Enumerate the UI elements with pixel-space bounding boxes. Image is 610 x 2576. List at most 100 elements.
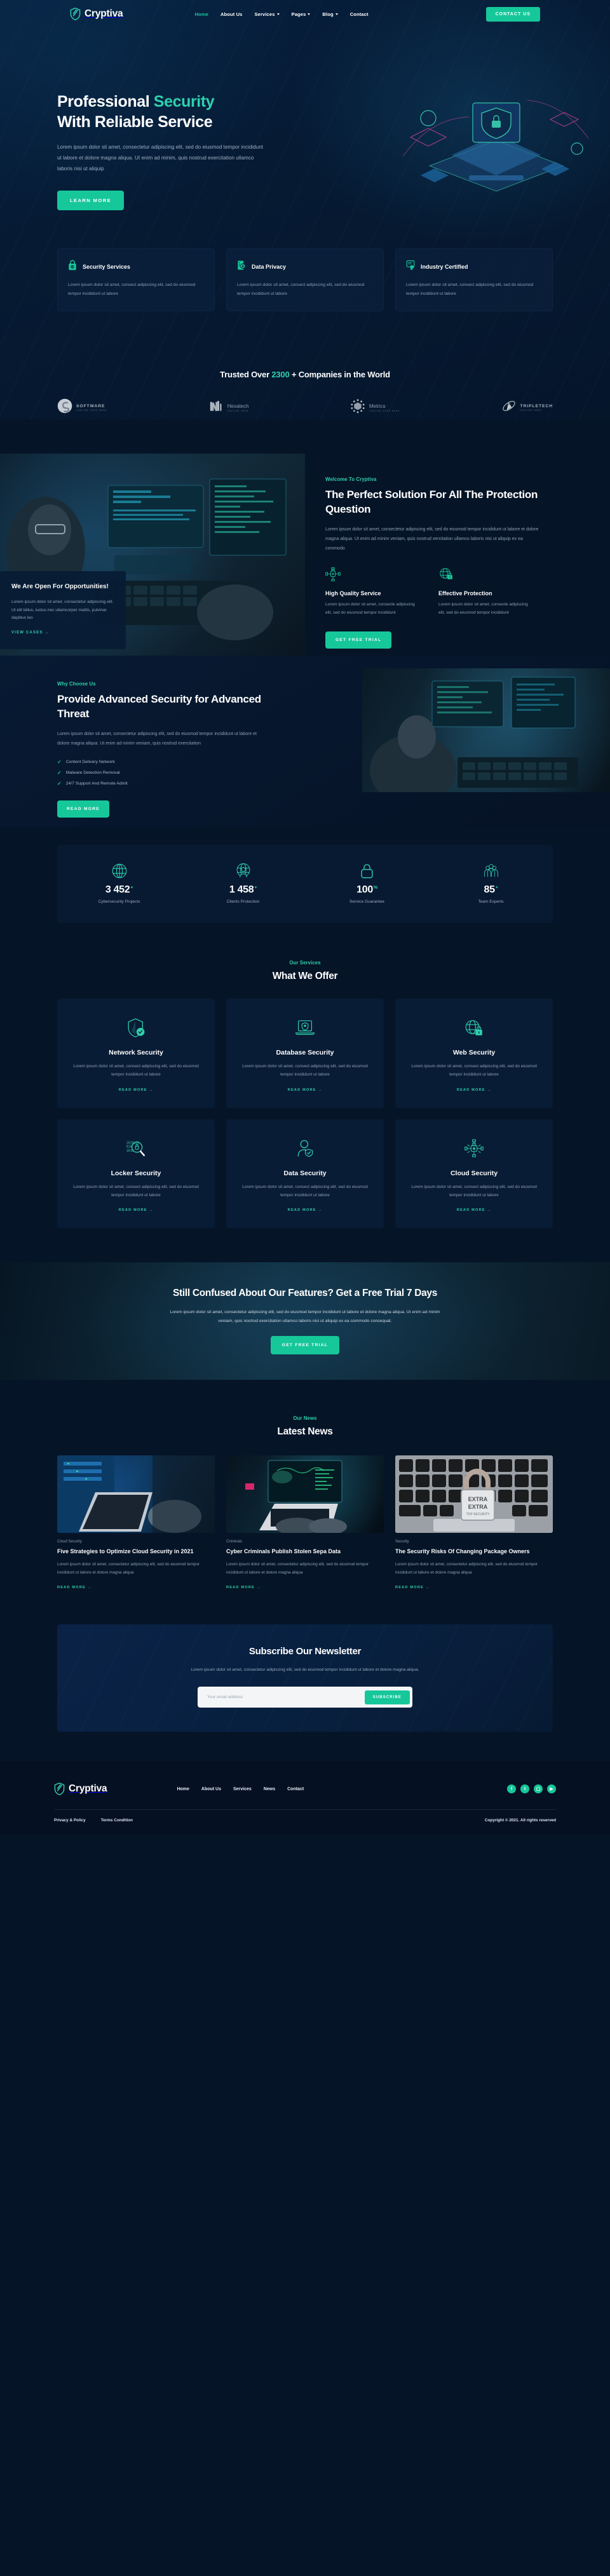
page-root: Cryptiva Home About Us Services Pages Bl… — [0, 0, 610, 1835]
privacy-policy-link[interactable]: Privacy & Policy — [54, 1818, 86, 1823]
hexatech-logo — [208, 398, 224, 417]
subscribe-button[interactable]: SUBSCRIBE — [364, 1690, 410, 1704]
nav-item-home[interactable]: Home — [194, 11, 208, 17]
service-text: Lorem ipsum dolor sit amet, consect adip… — [411, 1184, 537, 1197]
learn-more-button[interactable]: LEARN MORE — [57, 191, 125, 211]
service-read-more-link[interactable]: READ MORE → — [288, 1088, 323, 1092]
contact-us-button[interactable]: CONTACT US — [485, 6, 540, 22]
footer-nav-contact[interactable]: Contact — [287, 1787, 304, 1791]
newsletter-form: SUBSCRIBE — [198, 1687, 412, 1708]
binary-search-lock-icon: 1010101 010 1010 — [69, 1136, 203, 1161]
check-icon: ✓ — [57, 759, 62, 765]
view-cases-link[interactable]: VIEW CASES → — [11, 631, 50, 635]
nav-item-about-us[interactable]: About Us — [220, 11, 243, 17]
service-read-more-link[interactable]: READ MORE → — [119, 1208, 154, 1212]
service-card[interactable]: Database Security Lorem ipsum dolor sit … — [226, 999, 384, 1108]
nav-item-contact[interactable]: Contact — [350, 11, 369, 17]
copyright-text: Copyright © 2021. All rights reserved — [484, 1818, 556, 1823]
service-card[interactable]: Network Security Lorem ipsum dolor sit a… — [57, 999, 215, 1108]
opportunity-card: We Are Open For Opportunities! Lorem ips… — [0, 571, 126, 650]
service-read-more-link[interactable]: READ MORE → — [119, 1088, 154, 1092]
service-card[interactable]: 1010101 010 1010 Locker Security Lorem ips… — [57, 1119, 215, 1228]
brand-name: Cryptiva — [85, 8, 123, 19]
page-title: Professional Security With Reliable Serv… — [57, 91, 286, 132]
s-swirl-logo — [57, 398, 72, 417]
news-read-more-link[interactable]: READ MORE → — [226, 1586, 261, 1589]
email-input[interactable] — [200, 1695, 365, 1700]
tripletech-logo — [501, 398, 517, 417]
cta-get-free-trial-button[interactable]: GET FREE TRIAL — [270, 1336, 340, 1355]
nav-item-blog[interactable]: Blog — [322, 11, 338, 17]
site-footer: Cryptiva Home About Us Services News Con… — [0, 1761, 610, 1835]
footer-nav-home[interactable]: Home — [177, 1787, 189, 1791]
stats-panel: 3 452+ Cybersecurity Projects 1 458+ Cli… — [57, 845, 553, 924]
laptop-shield-icon — [238, 1015, 372, 1041]
footer-brand-logo[interactable]: Cryptiva — [54, 1783, 107, 1796]
feature-cards: Security Services Lorem ipsum dolor sit … — [57, 248, 553, 312]
checklist-item: ✓ Malware Detection Removal — [57, 769, 120, 776]
stat-item: 100% Service Guarantee — [305, 861, 429, 904]
stat-value: 85+ — [484, 884, 498, 896]
file-lock-icon — [237, 260, 246, 274]
service-title: Locker Security — [111, 1169, 161, 1177]
why-eyebrow: Why Choose Us — [57, 681, 96, 687]
svg-text:EXTRA: EXTRA — [468, 1496, 488, 1502]
chevron-down-icon — [335, 13, 338, 15]
stat-value: 100% — [356, 884, 377, 896]
hero-title-line1-plain: Professional — [57, 93, 154, 111]
news-thumbnail: EXTRA EXTRA TOP SECURITY — [395, 1455, 553, 1533]
youtube-icon[interactable]: ▶ — [547, 1784, 556, 1794]
news-read-more-link[interactable]: READ MORE → — [395, 1586, 430, 1589]
client-logo-tagline: TAGLINE HERE — [227, 410, 249, 412]
services-grid: Network Security Lorem ipsum dolor sit a… — [57, 999, 553, 1228]
news-excerpt: Lorem ipsum dolor sit amet, consectetur … — [57, 1562, 200, 1575]
lock-check-icon — [68, 260, 77, 274]
service-card[interactable]: Data Security Lorem ipsum dolor sit amet… — [226, 1119, 384, 1228]
twitter-icon[interactable]: t — [520, 1784, 529, 1794]
news-headline: The Security Risks Of Changing Package O… — [395, 1548, 530, 1554]
about-body: Lorem ipsum dolor sit amet, consectetur … — [325, 527, 539, 551]
padlock-icon — [305, 861, 429, 880]
cta-text: Lorem ipsum dolor sit amet, consectetur … — [170, 1309, 440, 1323]
service-read-more-link[interactable]: READ MORE → — [457, 1208, 492, 1212]
news-card[interactable]: EXTRA EXTRA TOP SECURITY Security The Se… — [395, 1455, 553, 1591]
news-card[interactable]: Cloud Security Five Strategies to Optimi… — [57, 1455, 215, 1591]
metrics-dots-logo — [350, 398, 365, 417]
footer-nav-about-us[interactable]: About Us — [201, 1787, 221, 1791]
why-read-more-button[interactable]: READ MORE — [57, 800, 109, 818]
terms-condition-link[interactable]: Terms Condition — [101, 1818, 133, 1823]
footer-nav-news[interactable]: News — [264, 1787, 275, 1791]
service-read-more-link[interactable]: READ MORE → — [288, 1208, 323, 1212]
service-card[interactable]: Web Security Lorem ipsum dolor sit amet,… — [395, 999, 553, 1108]
trial-cta-banner: Still Confused About Our Features? Get a… — [0, 1262, 610, 1380]
nav-item-pages[interactable]: Pages — [292, 11, 311, 17]
check-icon: ✓ — [57, 769, 62, 776]
news-category: Security — [395, 1540, 409, 1544]
news-thumbnail — [57, 1455, 215, 1533]
feature-card[interactable]: Security Services Lorem ipsum dolor sit … — [57, 248, 215, 312]
service-read-more-link[interactable]: READ MORE → — [457, 1088, 492, 1092]
get-free-trial-button[interactable]: GET FREE TRIAL — [325, 631, 392, 649]
certificate-icon — [406, 260, 415, 274]
facebook-icon[interactable]: f — [507, 1784, 516, 1794]
news-card[interactable]: Criminals Cyber Criminals Publish Stolen… — [226, 1455, 384, 1591]
footer-nav-services[interactable]: Services — [233, 1787, 252, 1791]
service-title: Database Security — [276, 1049, 334, 1057]
feature-card[interactable]: Data Privacy Lorem ipsum dolor sit amet,… — [226, 248, 384, 312]
client-logo: Metrics TAGLINE GOES HERE — [350, 398, 400, 417]
service-text: Lorem ipsum dolor sit amet, consect adip… — [242, 1064, 368, 1077]
about-highlight-text: Lorem ipsum dolor sit amet, consecte adi… — [438, 602, 528, 616]
brand-logo[interactable]: Cryptiva — [70, 8, 123, 20]
news-read-more-link[interactable]: READ MORE → — [57, 1586, 92, 1589]
newsletter-text: Lorem ipsum dolor sit amet, consectetur … — [191, 1668, 419, 1673]
about-highlight-title: Effective Protection — [438, 590, 492, 597]
feature-card[interactable]: Industry Certified Lorem ipsum dolor sit… — [395, 248, 553, 312]
instagram-icon[interactable]: ▢ — [534, 1784, 543, 1794]
client-logos: SOFTWARE TAGLINE GOES HERE Hexatech TAGLIN… — [57, 398, 553, 417]
globe-icon — [57, 861, 181, 880]
service-card[interactable]: Cloud Security Lorem ipsum dolor sit ame… — [395, 1119, 553, 1228]
social-links: f t ▢ ▶ — [507, 1784, 556, 1794]
nav-item-services[interactable]: Services — [254, 11, 280, 17]
stat-label: Clients Protection — [226, 900, 260, 905]
services-section: Our Services What We Offer Network Secur… — [0, 923, 610, 1228]
